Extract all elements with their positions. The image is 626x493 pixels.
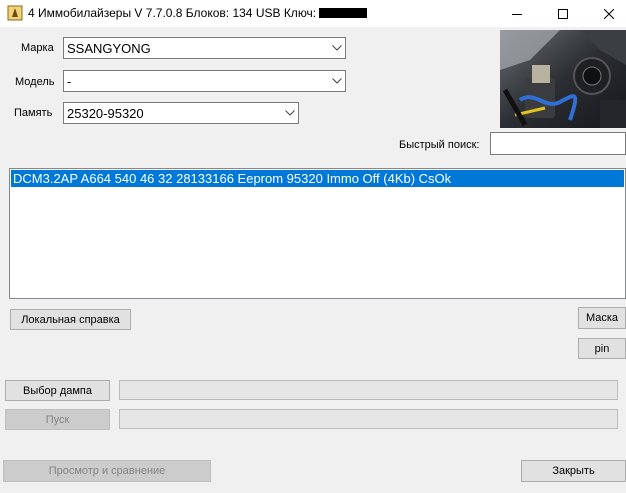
minimize-icon bbox=[512, 13, 522, 15]
view-compare-button[interactable]: Просмотр и сравнение bbox=[3, 460, 211, 482]
mask-button[interactable]: Маска bbox=[578, 307, 626, 329]
quick-search-input[interactable] bbox=[490, 132, 626, 155]
memory-label: Память bbox=[14, 107, 53, 119]
model-combobox[interactable]: - bbox=[63, 70, 346, 92]
redacted-key bbox=[319, 8, 368, 18]
dump-progress-bar bbox=[119, 380, 618, 400]
maximize-button[interactable] bbox=[540, 0, 586, 27]
select-dump-button[interactable]: Выбор дампа bbox=[5, 380, 110, 401]
model-label: Модель bbox=[15, 76, 55, 88]
brand-label: Марка bbox=[21, 42, 54, 54]
chevron-down-icon[interactable] bbox=[328, 71, 345, 91]
window-title: 4 Иммобилайзеры V 7.7.0.8 Блоков: 134 US… bbox=[28, 6, 317, 20]
pin-button[interactable]: pin bbox=[578, 338, 626, 359]
vehicle-photo bbox=[500, 30, 626, 128]
immo-listbox[interactable]: DCM3.2AP A664 540 46 32 28133166 Eeprom … bbox=[9, 168, 626, 299]
memory-combobox[interactable]: 25320-95320 bbox=[63, 102, 299, 124]
brand-value: SSANGYONG bbox=[67, 40, 151, 56]
model-value: - bbox=[67, 73, 72, 89]
brand-combobox[interactable]: SSANGYONG bbox=[63, 37, 346, 59]
local-help-button[interactable]: Локальная справка bbox=[10, 309, 131, 330]
app-icon bbox=[7, 5, 23, 21]
start-progress-bar bbox=[119, 409, 618, 429]
chevron-down-icon[interactable] bbox=[281, 103, 298, 123]
list-item[interactable]: DCM3.2AP A664 540 46 32 28133166 Eeprom … bbox=[11, 170, 624, 187]
maximize-icon bbox=[558, 8, 568, 19]
close-window-button[interactable] bbox=[586, 0, 626, 27]
title-bar[interactable]: 4 Иммобилайзеры V 7.7.0.8 Блоков: 134 US… bbox=[0, 0, 626, 27]
close-icon bbox=[604, 8, 614, 19]
quick-search-label: Быстрый поиск: bbox=[399, 139, 480, 151]
start-button[interactable]: Пуск bbox=[5, 409, 110, 430]
close-button[interactable]: Закрыть bbox=[521, 460, 626, 482]
chevron-down-icon[interactable] bbox=[328, 38, 345, 58]
memory-value: 25320-95320 bbox=[67, 105, 144, 121]
minimize-button[interactable] bbox=[494, 0, 540, 27]
